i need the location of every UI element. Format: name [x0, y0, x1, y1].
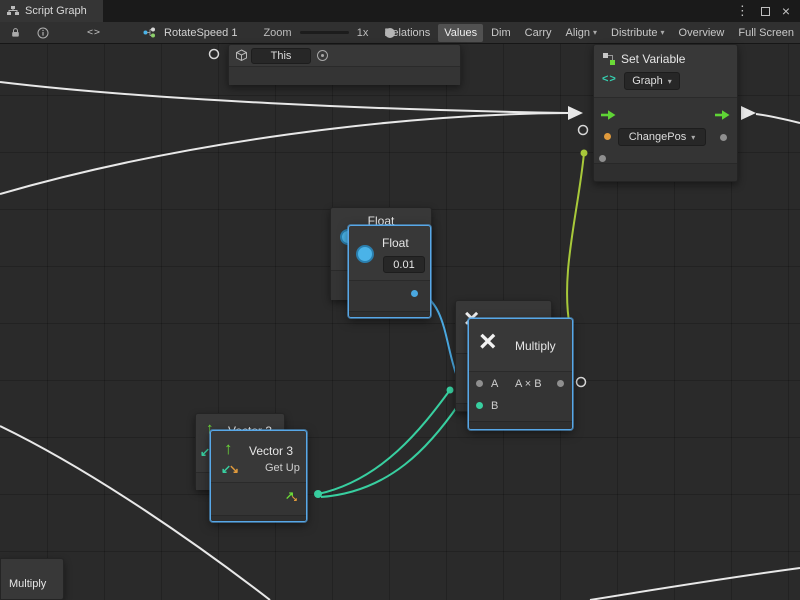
chevron-down-icon: ▾ — [661, 28, 665, 37]
flow-wire-exit-right[interactable] — [756, 114, 800, 123]
float-node[interactable]: Float 0.01 — [348, 225, 431, 318]
cube-icon — [235, 49, 248, 65]
carry-button[interactable]: Carry — [519, 24, 558, 42]
dim-button[interactable]: Dim — [485, 24, 517, 42]
float-body — [349, 280, 430, 313]
output-value-port[interactable] — [720, 134, 727, 141]
vector3-title: Vector 3 — [249, 444, 293, 458]
maximize-icon[interactable] — [761, 7, 770, 16]
multiply-footer — [469, 421, 572, 429]
target-picker-icon[interactable] — [317, 50, 328, 61]
lock-icon[interactable] — [6, 22, 25, 44]
vector3-node[interactable]: ↑ Vector 3 ↙ ↘ Get Up ↗ ↘ — [210, 430, 307, 522]
vector3-footer — [211, 515, 306, 521]
title-bar: Script Graph ⋮ × — [0, 0, 800, 22]
unconnected-port-ring-setvar[interactable] — [579, 126, 588, 135]
value-wire-lime[interactable] — [567, 153, 584, 328]
graph-canvas[interactable]: This Set Variable <> Graph ▾ ChangePos — [0, 44, 800, 600]
script-graph-icon — [7, 6, 19, 16]
code-preview-icon[interactable]: <> — [83, 22, 105, 44]
this-target-dropdown[interactable]: This — [251, 48, 311, 64]
align-label: Align — [566, 27, 590, 39]
set-variable-body: ChangePos ▾ — [594, 97, 737, 165]
zoom-label: Zoom — [263, 27, 291, 39]
zoom-slider[interactable] — [300, 31, 349, 34]
fullscreen-button[interactable]: Full Screen — [732, 24, 800, 42]
multiply-output-port[interactable] — [557, 380, 564, 387]
input-value-port[interactable] — [599, 155, 606, 162]
flow-arrowhead-in — [568, 106, 583, 120]
kebab-menu-icon[interactable]: ⋮ — [736, 3, 749, 19]
variable-name-label: ChangePos — [629, 131, 687, 143]
graph-toolbar: <> RotateSpeed 1 Zoom 1x Relations Value… — [0, 22, 800, 44]
diagonal-arrow-icon: ↙ — [200, 446, 210, 458]
chevron-down-icon: ▾ — [668, 77, 672, 86]
values-button[interactable]: Values — [438, 24, 483, 42]
set-variable-footer — [594, 163, 737, 181]
diagonal-arrow-orange-icon: ↘ — [229, 463, 239, 475]
set-variable-title: Set Variable — [621, 52, 685, 66]
flow-wire-bottom-right[interactable] — [590, 568, 800, 600]
code-icon: <> — [602, 73, 617, 85]
teal-wire-endpoint-port-1[interactable] — [447, 387, 454, 394]
graph-breadcrumb[interactable]: RotateSpeed 1 — [164, 27, 237, 39]
chevron-down-icon: ▾ — [593, 28, 597, 37]
input-b-label: B — [491, 400, 498, 412]
vector3-body: ↗ ↘ — [211, 482, 306, 517]
variable-value-port[interactable] — [604, 133, 611, 140]
multiply-icon: × — [479, 327, 497, 357]
multiply-node[interactable]: × Multiply A A × B B — [468, 318, 573, 430]
multiply-mini-title: Multiply — [9, 578, 46, 590]
float-icon — [356, 245, 374, 263]
variable-name-dropdown[interactable]: ChangePos ▾ — [618, 128, 706, 146]
overview-button[interactable]: Overview — [673, 24, 731, 42]
graph-reference-icon — [139, 22, 160, 44]
tab-label: Script Graph — [25, 5, 87, 17]
float-title: Float — [382, 236, 409, 250]
align-button[interactable]: Align ▾ — [560, 24, 603, 42]
multiply-input-a-port[interactable] — [476, 380, 483, 387]
close-icon[interactable]: × — [782, 3, 790, 19]
float-output-port[interactable] — [411, 290, 418, 297]
chevron-down-icon: ▾ — [691, 133, 695, 142]
flow-wire-lower-left[interactable] — [0, 113, 568, 194]
unconnected-port-ring-this[interactable] — [210, 50, 219, 59]
flow-output-arrow-icon[interactable] — [714, 109, 731, 124]
zoom-value: 1x — [357, 27, 369, 39]
float-footer — [349, 311, 430, 317]
multiply-title: Multiply — [515, 339, 556, 353]
unconnected-port-ring-multiply[interactable] — [577, 378, 586, 387]
lime-wire-endpoint-port[interactable] — [581, 150, 588, 157]
flow-arrowhead-out — [741, 106, 756, 120]
flow-wire-upper-left[interactable] — [0, 82, 568, 113]
set-variable-icon — [602, 52, 616, 69]
this-label: This — [271, 50, 292, 62]
vector-output-icon-small: ↘ — [291, 495, 298, 503]
up-arrow-icon: ↑ — [224, 439, 233, 459]
this-node[interactable]: This — [228, 44, 461, 85]
vector3-output-port[interactable] — [314, 490, 322, 498]
zoom-slider-knob[interactable] — [385, 28, 395, 38]
multiply-node-mini[interactable]: Multiply — [0, 558, 64, 600]
tab-script-graph[interactable]: Script Graph — [0, 0, 103, 22]
info-icon[interactable] — [33, 22, 53, 44]
float-value-input[interactable]: 0.01 — [383, 256, 425, 273]
multiply-input-b-port[interactable] — [476, 402, 483, 409]
distribute-button[interactable]: Distribute ▾ — [605, 24, 670, 42]
value-wire-teal-2[interactable] — [321, 404, 459, 497]
output-label: A × B — [515, 378, 542, 390]
vector3-operation-label: Get Up — [265, 462, 300, 474]
variable-scope-dropdown[interactable]: Graph ▾ — [624, 72, 680, 90]
set-variable-node[interactable]: Set Variable <> Graph ▾ ChangePos ▾ — [593, 44, 738, 182]
flow-input-arrow-icon[interactable] — [600, 109, 617, 124]
scope-label: Graph — [632, 75, 663, 87]
multiply-body: A A × B B — [469, 371, 572, 423]
input-a-label: A — [491, 378, 498, 390]
this-node-body — [229, 66, 460, 85]
float-value: 0.01 — [393, 259, 414, 271]
distribute-label: Distribute — [611, 27, 657, 39]
